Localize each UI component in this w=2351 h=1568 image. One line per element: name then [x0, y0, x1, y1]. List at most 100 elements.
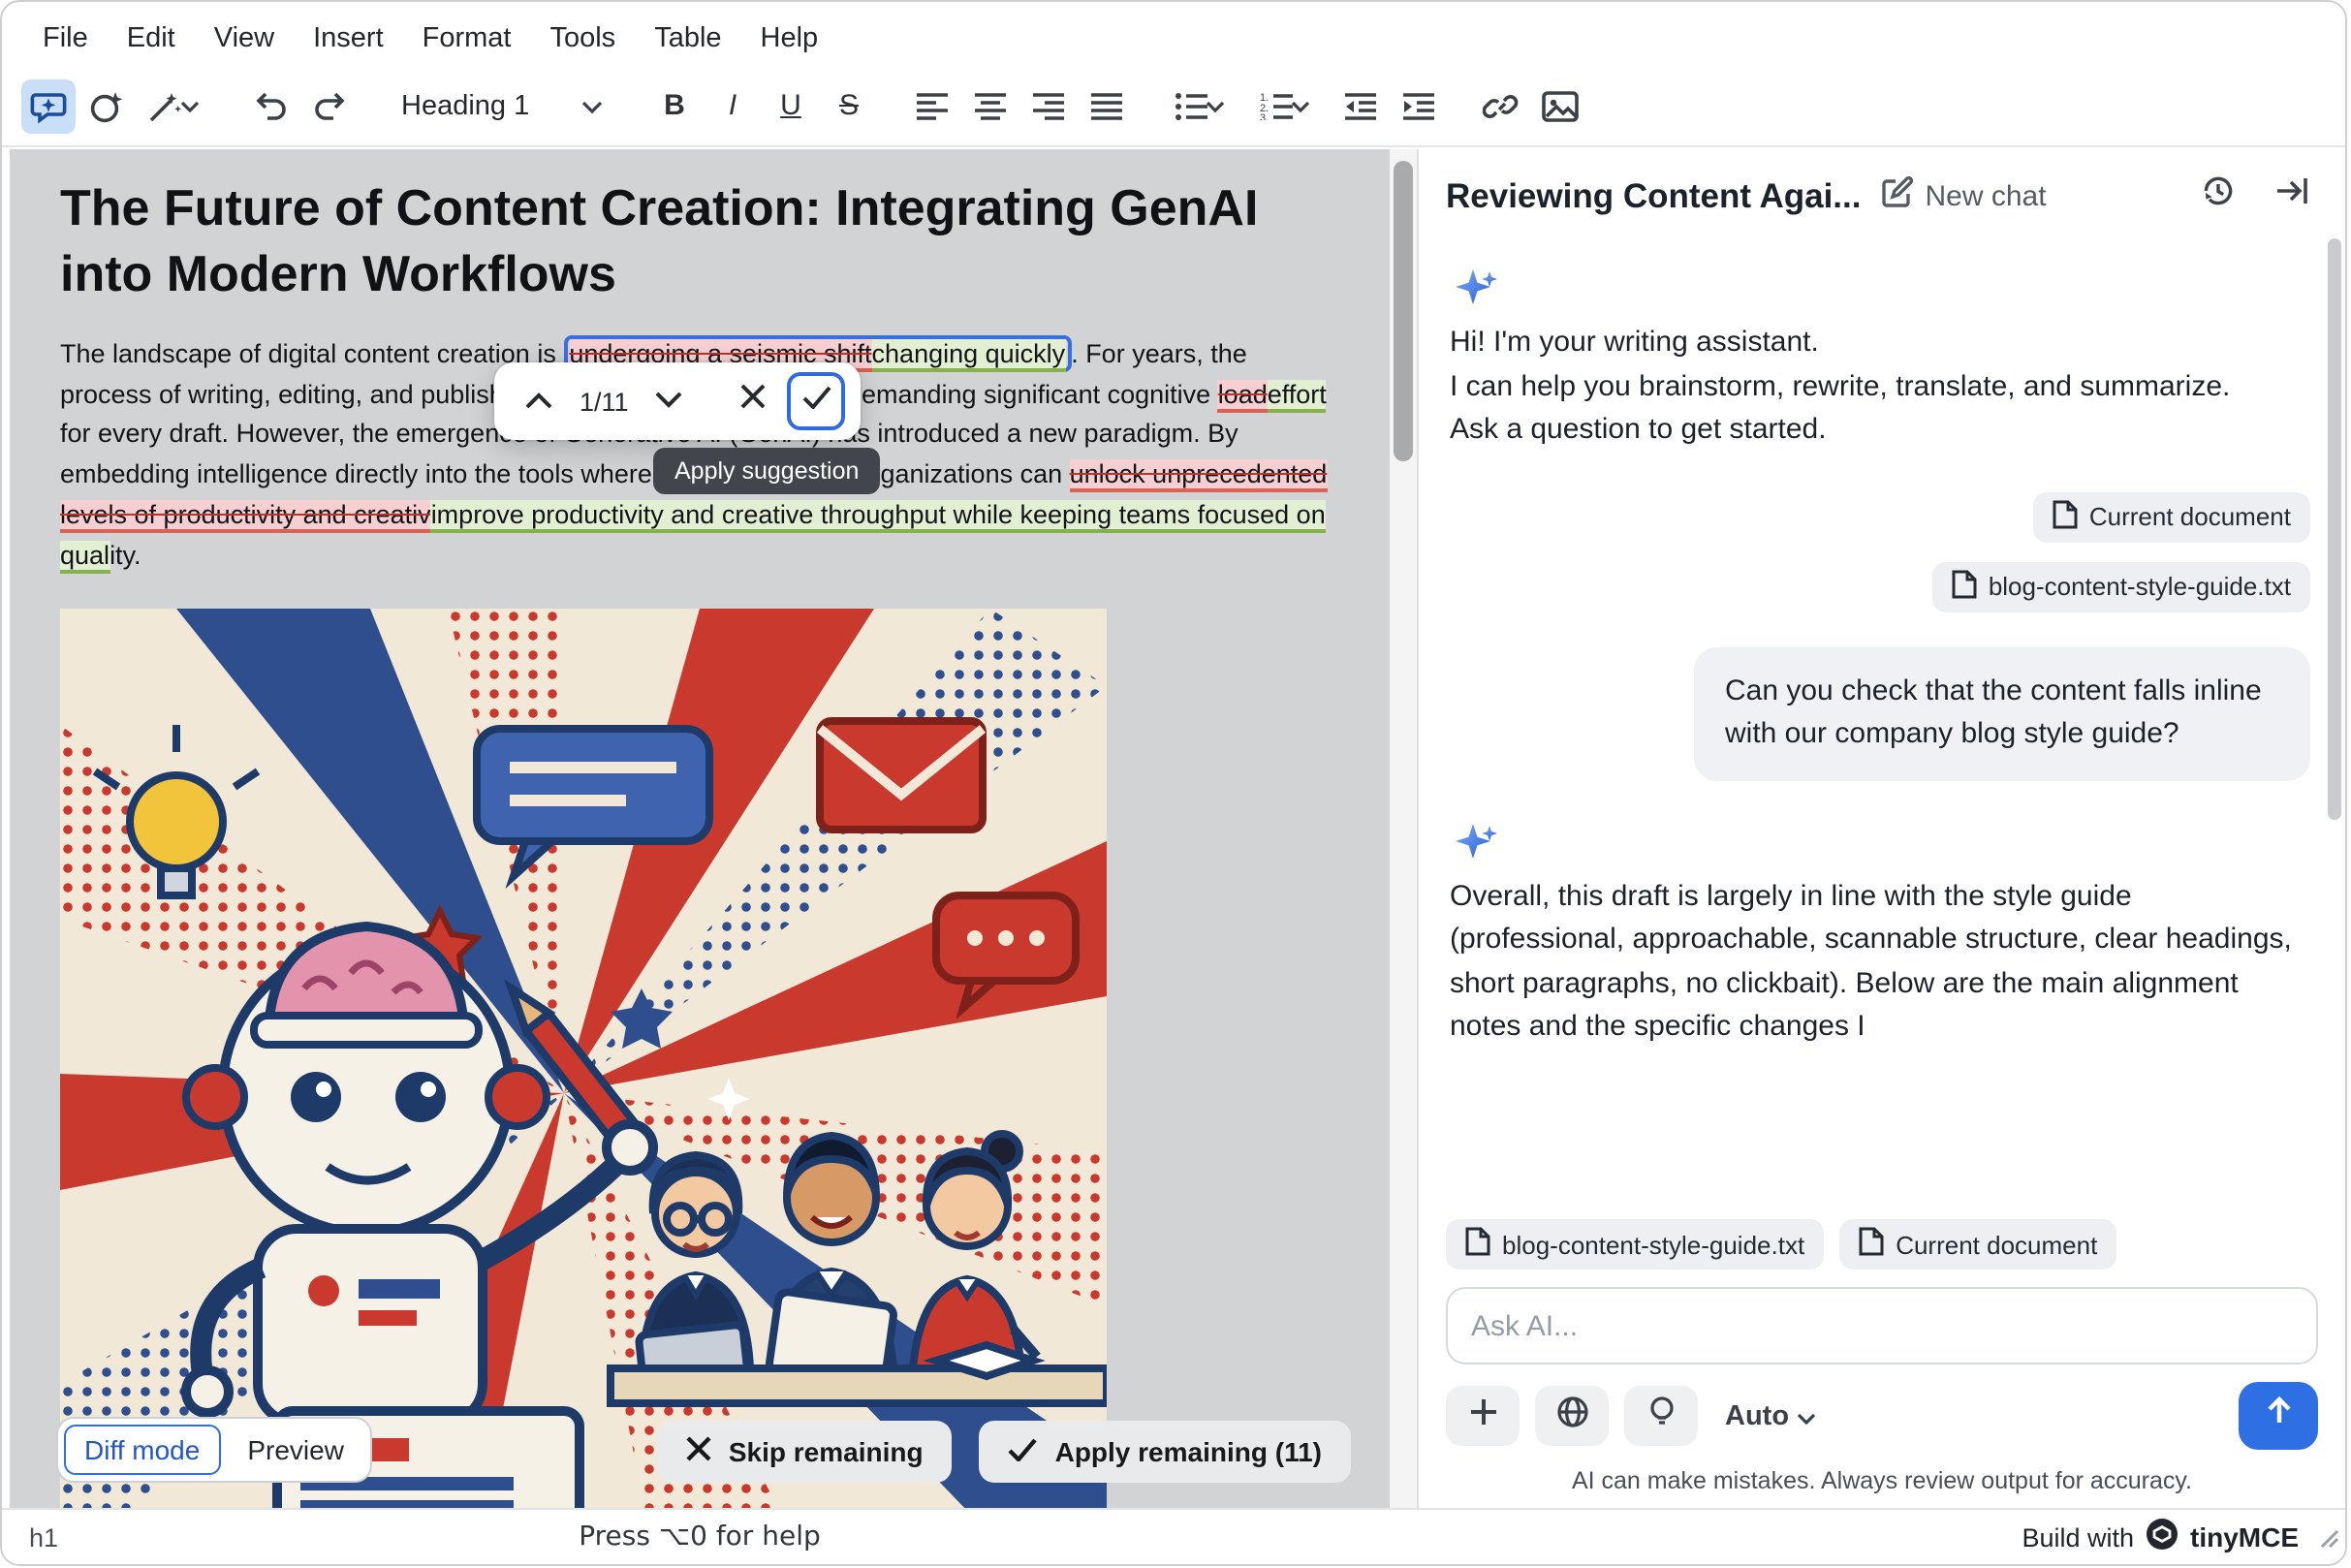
align-left-button[interactable]: [905, 78, 959, 133]
web-search-button[interactable]: [1535, 1386, 1609, 1446]
format-select[interactable]: Heading 1: [386, 78, 618, 133]
model-selector[interactable]: Auto: [1725, 1400, 1816, 1431]
new-chat-icon: [1880, 175, 1913, 216]
document-illustration[interactable]: [60, 609, 1107, 1508]
menu-tools[interactable]: Tools: [532, 13, 633, 63]
view-mode-switch: Diff mode Preview: [56, 1417, 373, 1483]
ai-shortcuts-button[interactable]: [79, 78, 134, 133]
link-button[interactable]: [1475, 78, 1529, 133]
send-button[interactable]: [2239, 1382, 2318, 1450]
document-icon: [1952, 569, 1977, 604]
diff-insertion: effort: [1268, 379, 1327, 412]
outdent-button[interactable]: [1333, 78, 1388, 133]
numbered-list-button[interactable]: 1.2.3.: [1248, 78, 1330, 133]
assistant-capabilities: I can help you brainstorm, rewrite, tran…: [1450, 365, 2287, 409]
history-icon: [2199, 172, 2236, 219]
bullet-list-icon: [1175, 92, 1209, 119]
composer-chip-current-document[interactable]: Current document: [1839, 1219, 2116, 1270]
numbered-list-icon: 1.2.3.: [1260, 92, 1295, 119]
undo-button[interactable]: [244, 78, 298, 133]
align-center-icon: [973, 92, 1008, 119]
bold-button[interactable]: B: [647, 78, 702, 133]
checkmark-icon: [802, 384, 831, 419]
underline-button[interactable]: U: [764, 78, 818, 133]
ai-assistant-button[interactable]: [21, 78, 76, 133]
diff-insertion: changing quickly: [872, 338, 1066, 371]
indent-button[interactable]: [1392, 78, 1446, 133]
document-icon: [1859, 1227, 1884, 1262]
chevron-down-icon: [1797, 1400, 1816, 1431]
skip-remaining-button[interactable]: Skip remaining: [657, 1421, 953, 1483]
ask-ai-input[interactable]: [1446, 1287, 2318, 1364]
collapse-sidebar-icon: [2273, 174, 2309, 217]
apply-suggestion-tooltip: Apply suggestion: [653, 448, 880, 494]
apply-remaining-button[interactable]: Apply remaining (11): [980, 1421, 1351, 1483]
suggestion-counter: 1/11: [580, 387, 629, 416]
italic-button[interactable]: I: [705, 78, 760, 133]
next-suggestion-button[interactable]: [641, 372, 699, 430]
align-right-button[interactable]: [1021, 78, 1076, 133]
format-select-label: Heading 1: [401, 90, 529, 121]
lightbulb-icon: [1646, 1395, 1676, 1437]
chevron-down-icon: [180, 100, 207, 111]
previous-suggestion-button[interactable]: [510, 372, 568, 430]
ideas-button[interactable]: [1624, 1386, 1698, 1446]
reject-suggestion-button[interactable]: [724, 372, 782, 430]
image-button[interactable]: [1533, 78, 1587, 133]
context-chip-current-document[interactable]: Current document: [2033, 491, 2310, 542]
diff-mode-button[interactable]: Diff mode: [64, 1425, 220, 1475]
align-right-icon: [1031, 92, 1066, 119]
ai-assistant-sidebar: Reviewing Content Agai... New chat Hi! I…: [1417, 149, 2345, 1508]
document-icon: [2053, 499, 2078, 534]
editor-scrollbar-thumb[interactable]: [1394, 161, 1413, 461]
diff-deletion: load: [1218, 379, 1268, 412]
align-center-button[interactable]: [963, 78, 1018, 133]
menu-table[interactable]: Table: [637, 13, 738, 63]
close-icon: [740, 384, 766, 419]
indent-icon: [1401, 92, 1436, 119]
collapse-sidebar-button[interactable]: [2264, 169, 2318, 223]
editor-scrollbar[interactable]: [1390, 149, 1417, 1508]
strikethrough-button[interactable]: S: [822, 78, 876, 133]
menu-view[interactable]: View: [197, 13, 292, 63]
menu-file[interactable]: File: [25, 13, 106, 63]
outdent-icon: [1343, 92, 1378, 119]
status-bar: h1 Press ⌥0 for help Build with tinyMCE: [2, 1508, 2345, 1564]
align-justify-button[interactable]: [1080, 78, 1134, 133]
suggestion-actions: Skip remaining Apply remaining (11): [657, 1421, 1351, 1483]
ai-chat-icon: [29, 86, 68, 125]
bullet-list-button[interactable]: [1163, 78, 1244, 133]
document-title[interactable]: The Future of Content Creation: Integrat…: [60, 176, 1339, 307]
composer-chip-style-guide[interactable]: blog-content-style-guide.txt: [1446, 1219, 1824, 1270]
paragraph-text: The landscape of digital content creatio…: [60, 338, 563, 367]
context-chip-style-guide[interactable]: blog-content-style-guide.txt: [1932, 561, 2310, 612]
ai-shortcuts-icon: [87, 86, 126, 125]
assistant-prompt: Ask a question to get started.: [1450, 409, 2310, 453]
sidebar-header: Reviewing Content Agai... New chat: [1419, 149, 2345, 235]
sidebar-scrollbar-thumb[interactable]: [2328, 238, 2341, 820]
align-justify-icon: [1089, 92, 1124, 119]
ai-wand-button[interactable]: [138, 78, 215, 133]
suggestion-popup: 1/11: [494, 362, 862, 440]
apply-suggestion-button[interactable]: [788, 372, 846, 430]
preview-button[interactable]: Preview: [226, 1425, 365, 1475]
element-path[interactable]: h1: [29, 1522, 58, 1552]
menu-edit[interactable]: Edit: [110, 13, 193, 63]
new-chat-button[interactable]: New chat: [1880, 175, 2046, 216]
menu-format[interactable]: Format: [405, 13, 529, 63]
align-left-icon: [915, 92, 950, 119]
editor-canvas[interactable]: The Future of Content Creation: Integrat…: [10, 149, 1390, 1508]
svg-text:3.: 3.: [1260, 111, 1269, 119]
redo-button[interactable]: [302, 78, 357, 133]
tinymce-logo-icon: [2146, 1518, 2179, 1556]
branding[interactable]: Build with tinyMCE: [2022, 1518, 2318, 1556]
globe-icon: [1555, 1395, 1588, 1437]
resize-grip[interactable]: [2316, 1523, 2339, 1558]
chevron-down-icon: [656, 384, 683, 419]
menu-help[interactable]: Help: [743, 13, 836, 63]
menu-insert[interactable]: Insert: [296, 13, 401, 63]
chat-history-button[interactable]: [2190, 169, 2244, 223]
close-icon: [686, 1436, 711, 1467]
attach-button[interactable]: [1446, 1386, 1520, 1446]
chat-messages[interactable]: Hi! I'm your writing assistant. I can he…: [1419, 235, 2345, 1204]
